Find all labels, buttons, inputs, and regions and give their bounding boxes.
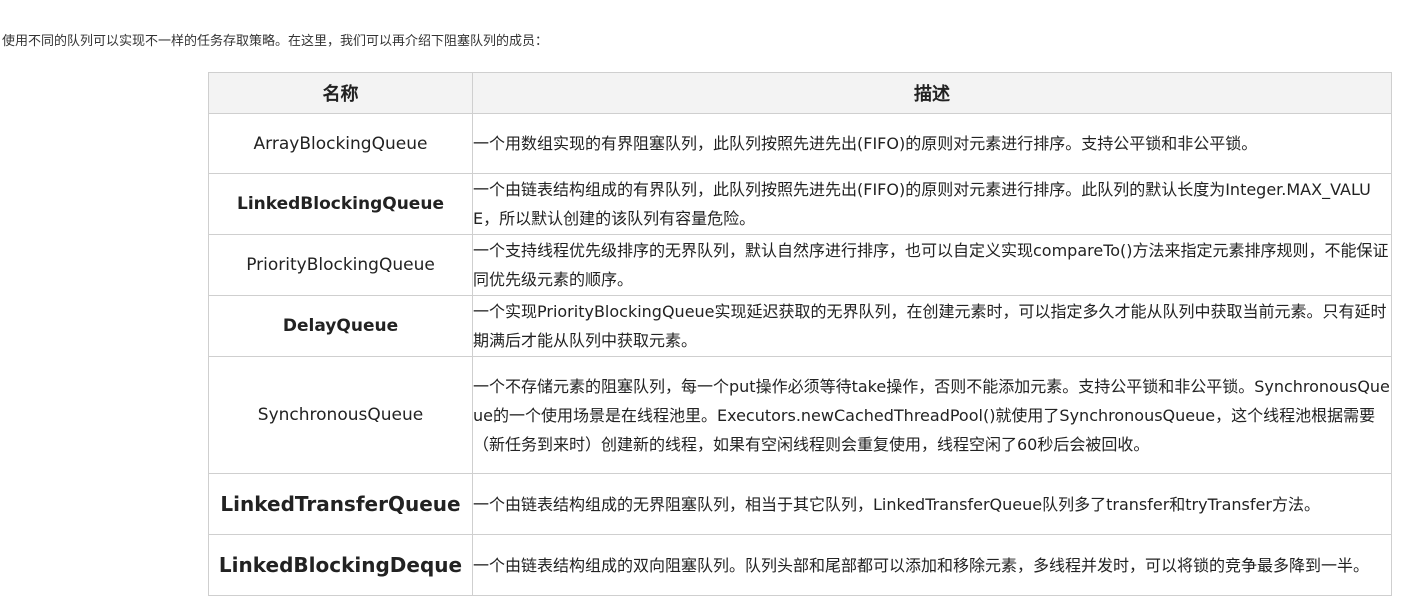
queue-description-cell: 一个支持线程优先级排序的无界队列，默认自然序进行排序，也可以自定义实现compa… xyxy=(472,234,1392,296)
table-row: LinkedBlockingDeque 一个由链表结构组成的双向阻塞队列。队列头… xyxy=(208,534,1392,596)
queue-name-cell: LinkedBlockingQueue xyxy=(208,173,473,235)
queue-description-cell: 一个不存储元素的阻塞队列，每一个put操作必须等待take操作，否则不能添加元素… xyxy=(472,356,1392,474)
table-row: PriorityBlockingQueue 一个支持线程优先级排序的无界队列，默… xyxy=(208,234,1392,296)
header-description: 描述 xyxy=(472,72,1392,114)
table-row: SynchronousQueue 一个不存储元素的阻塞队列，每一个put操作必须… xyxy=(208,356,1392,474)
table-row: LinkedTransferQueue 一个由链表结构组成的无界阻塞队列，相当于… xyxy=(208,473,1392,535)
queue-name-cell: DelayQueue xyxy=(208,295,473,357)
intro-paragraph: 使用不同的队列可以实现不一样的任务存取策略。在这里，我们可以再介绍下阻塞队列的成… xyxy=(2,34,549,49)
blocking-queue-table: 名称 描述 ArrayBlockingQueue 一个用数组实现的有界阻塞队列，… xyxy=(208,72,1392,596)
queue-name-cell: PriorityBlockingQueue xyxy=(208,234,473,296)
table-body: ArrayBlockingQueue 一个用数组实现的有界阻塞队列，此队列按照先… xyxy=(208,113,1392,596)
table-row: DelayQueue 一个实现PriorityBlockingQueue实现延迟… xyxy=(208,295,1392,357)
queue-description-cell: 一个用数组实现的有界阻塞队列，此队列按照先进先出(FIFO)的原则对元素进行排序… xyxy=(472,113,1392,174)
queue-name-cell: LinkedTransferQueue xyxy=(208,473,473,535)
queue-description-cell: 一个由链表结构组成的无界阻塞队列，相当于其它队列，LinkedTransferQ… xyxy=(472,473,1392,535)
queue-description-cell: 一个实现PriorityBlockingQueue实现延迟获取的无界队列，在创建… xyxy=(472,295,1392,357)
table-header: 名称 描述 xyxy=(208,72,1392,114)
table-row: LinkedBlockingQueue 一个由链表结构组成的有界队列，此队列按照… xyxy=(208,173,1392,235)
queue-description-cell: 一个由链表结构组成的有界队列，此队列按照先进先出(FIFO)的原则对元素进行排序… xyxy=(472,173,1392,235)
header-name: 名称 xyxy=(208,72,473,114)
queue-name-cell: ArrayBlockingQueue xyxy=(208,113,473,174)
queue-name-cell: LinkedBlockingDeque xyxy=(208,534,473,596)
table-row: ArrayBlockingQueue 一个用数组实现的有界阻塞队列，此队列按照先… xyxy=(208,113,1392,174)
queue-name-cell: SynchronousQueue xyxy=(208,356,473,474)
queue-description-cell: 一个由链表结构组成的双向阻塞队列。队列头部和尾部都可以添加和移除元素，多线程并发… xyxy=(472,534,1392,596)
table-header-row: 名称 描述 xyxy=(208,72,1392,114)
